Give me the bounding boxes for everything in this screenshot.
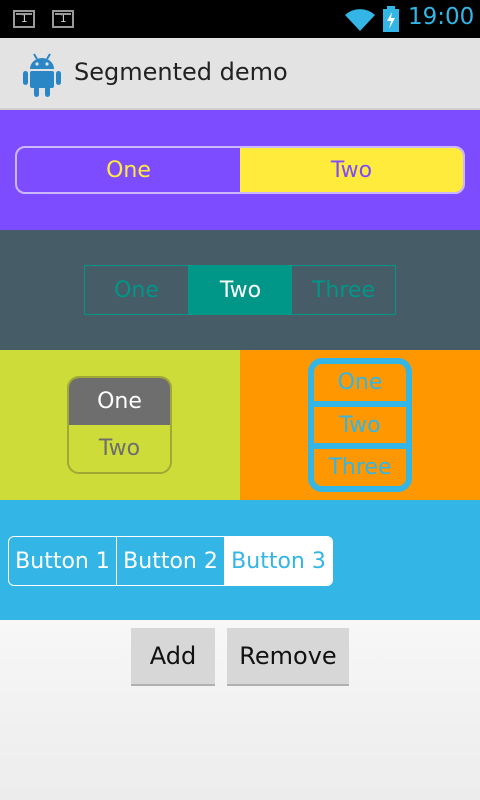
segment-button-2[interactable]: Button 2 <box>116 537 224 585</box>
wifi-icon <box>345 9 375 31</box>
notification-count: 1 <box>59 12 67 25</box>
status-bar: 1 1 19:00 <box>0 0 480 38</box>
notification-count: 1 <box>20 12 28 25</box>
lime-panel: One Two <box>0 350 240 500</box>
segment-button-3[interactable]: Button 3 <box>224 537 332 585</box>
segment-one[interactable]: One <box>85 266 189 314</box>
segment-one[interactable]: One <box>17 148 240 192</box>
purple-panel: One Two <box>0 110 480 230</box>
button-area: Add Remove <box>0 620 480 800</box>
segment-three[interactable]: Three <box>292 266 395 314</box>
segmented-control-slate: One Two Three <box>84 265 396 315</box>
notification-icon: 1 <box>52 10 74 28</box>
segment-two[interactable]: Two <box>189 266 292 314</box>
remove-button[interactable]: Remove <box>227 628 349 686</box>
segmented-control-purple: One Two <box>15 146 465 194</box>
action-bar: Segmented demo <box>0 38 480 110</box>
segmented-control-lime: One Two <box>67 376 172 474</box>
notification-icon: 1 <box>13 10 35 28</box>
segment-one[interactable]: One <box>69 378 170 425</box>
battery-charging-icon <box>383 6 399 32</box>
app-title: Segmented demo <box>74 58 288 86</box>
segmented-control-blue: Button 1 Button 2 Button 3 <box>8 536 333 586</box>
add-button[interactable]: Add <box>131 628 215 686</box>
segmented-control-orange: One Two Three <box>308 358 412 492</box>
segment-one[interactable]: One <box>314 364 406 401</box>
segment-two[interactable]: Two <box>69 425 170 472</box>
orange-panel: One Two Three <box>240 350 480 500</box>
slate-panel: One Two Three <box>0 230 480 350</box>
android-icon <box>23 53 61 97</box>
segment-two[interactable]: Two <box>314 400 406 444</box>
blue-panel: Button 1 Button 2 Button 3 <box>0 500 480 620</box>
segment-two[interactable]: Two <box>240 148 463 192</box>
segment-button-1[interactable]: Button 1 <box>9 537 116 585</box>
clock: 19:00 <box>408 4 475 30</box>
segment-three[interactable]: Three <box>314 443 406 486</box>
